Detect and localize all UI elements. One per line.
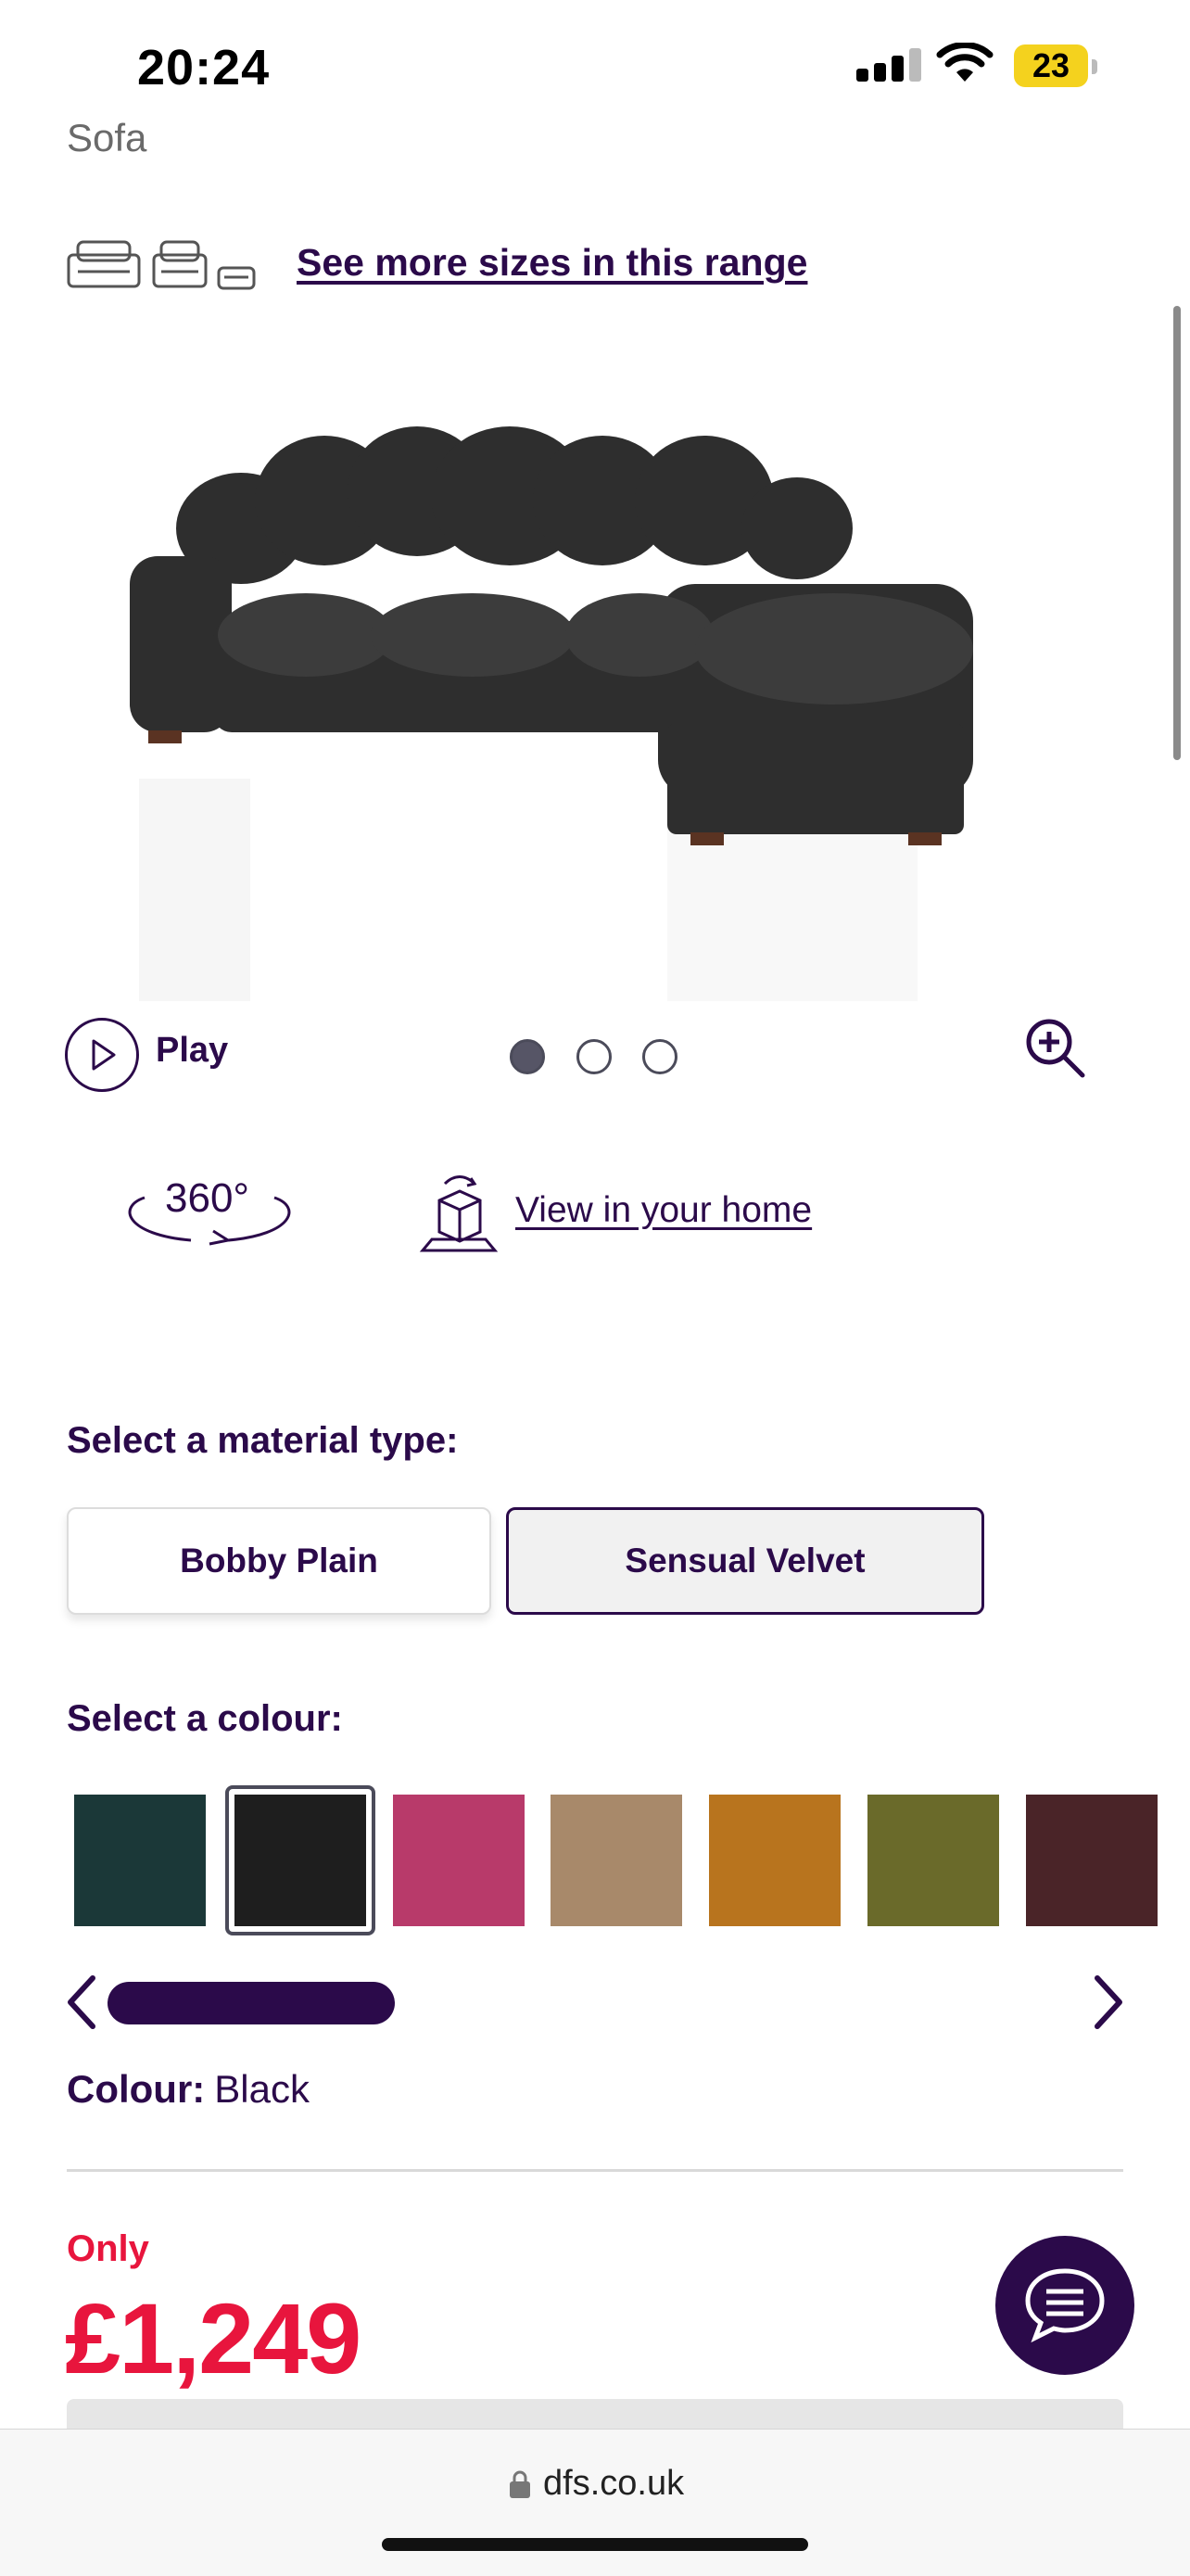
- chevron-right-icon[interactable]: [1090, 1974, 1127, 2035]
- chat-button[interactable]: [995, 2236, 1134, 2375]
- lock-icon: [508, 2469, 532, 2504]
- zoom-in-icon[interactable]: [1023, 1016, 1088, 1085]
- see-more-sizes-link[interactable]: See more sizes in this range: [297, 241, 807, 285]
- colour-value: Black: [214, 2067, 310, 2111]
- colour-swatch-teal[interactable]: [74, 1795, 206, 1926]
- page-scrollbar[interactable]: [1173, 306, 1181, 760]
- colour-swatch-pink[interactable]: [393, 1795, 525, 1926]
- gallery-dot-2[interactable]: [576, 1039, 612, 1074]
- status-time: 20:24: [137, 40, 271, 95]
- product-type-label: Sofa: [67, 116, 147, 159]
- colour-swatch-mink[interactable]: [551, 1795, 682, 1926]
- material-option-bobby-plain[interactable]: Bobby Plain: [67, 1507, 491, 1615]
- rotate-360-label[interactable]: 360°: [165, 1175, 249, 1222]
- ar-box-icon[interactable]: [419, 1173, 499, 1261]
- sofa-sizes-icon: [65, 236, 269, 297]
- price-prefix: Only: [67, 2228, 149, 2269]
- swatch-scroll-bar[interactable]: [108, 1982, 395, 2024]
- home-indicator[interactable]: [382, 2538, 808, 2551]
- gallery-dot-1[interactable]: [510, 1039, 545, 1074]
- colour-label: Colour:: [67, 2067, 206, 2111]
- colour-swatch-plum[interactable]: [1026, 1795, 1158, 1926]
- chevron-left-icon[interactable]: [63, 1974, 100, 2035]
- url-text[interactable]: dfs.co.uk: [543, 2464, 684, 2504]
- battery-indicator: 23: [1014, 44, 1088, 87]
- sofa-product-image[interactable]: [120, 426, 1066, 1001]
- selected-colour: Colour: Black: [67, 2067, 310, 2112]
- view-in-your-home-link[interactable]: View in your home: [515, 1190, 812, 1231]
- material-heading: Select a material type:: [67, 1420, 459, 1461]
- gallery-dot-3[interactable]: [642, 1039, 677, 1074]
- material-option-sensual-velvet[interactable]: Sensual Velvet: [506, 1507, 984, 1615]
- play-label[interactable]: Play: [156, 1031, 228, 1071]
- colour-heading: Select a colour:: [67, 1698, 343, 1739]
- battery-nub: [1092, 59, 1097, 74]
- colour-swatch-ochre[interactable]: [709, 1795, 841, 1926]
- price-amount: £1,249: [65, 2282, 361, 2394]
- colour-swatch-black[interactable]: [234, 1795, 366, 1926]
- play-video-button[interactable]: [65, 1018, 139, 1092]
- cellular-signal-icon: [856, 48, 927, 82]
- colour-swatch-olive[interactable]: [867, 1795, 999, 1926]
- chat-bubble-icon: [1025, 2268, 1105, 2343]
- divider: [67, 2169, 1123, 2172]
- wifi-icon: [936, 42, 994, 88]
